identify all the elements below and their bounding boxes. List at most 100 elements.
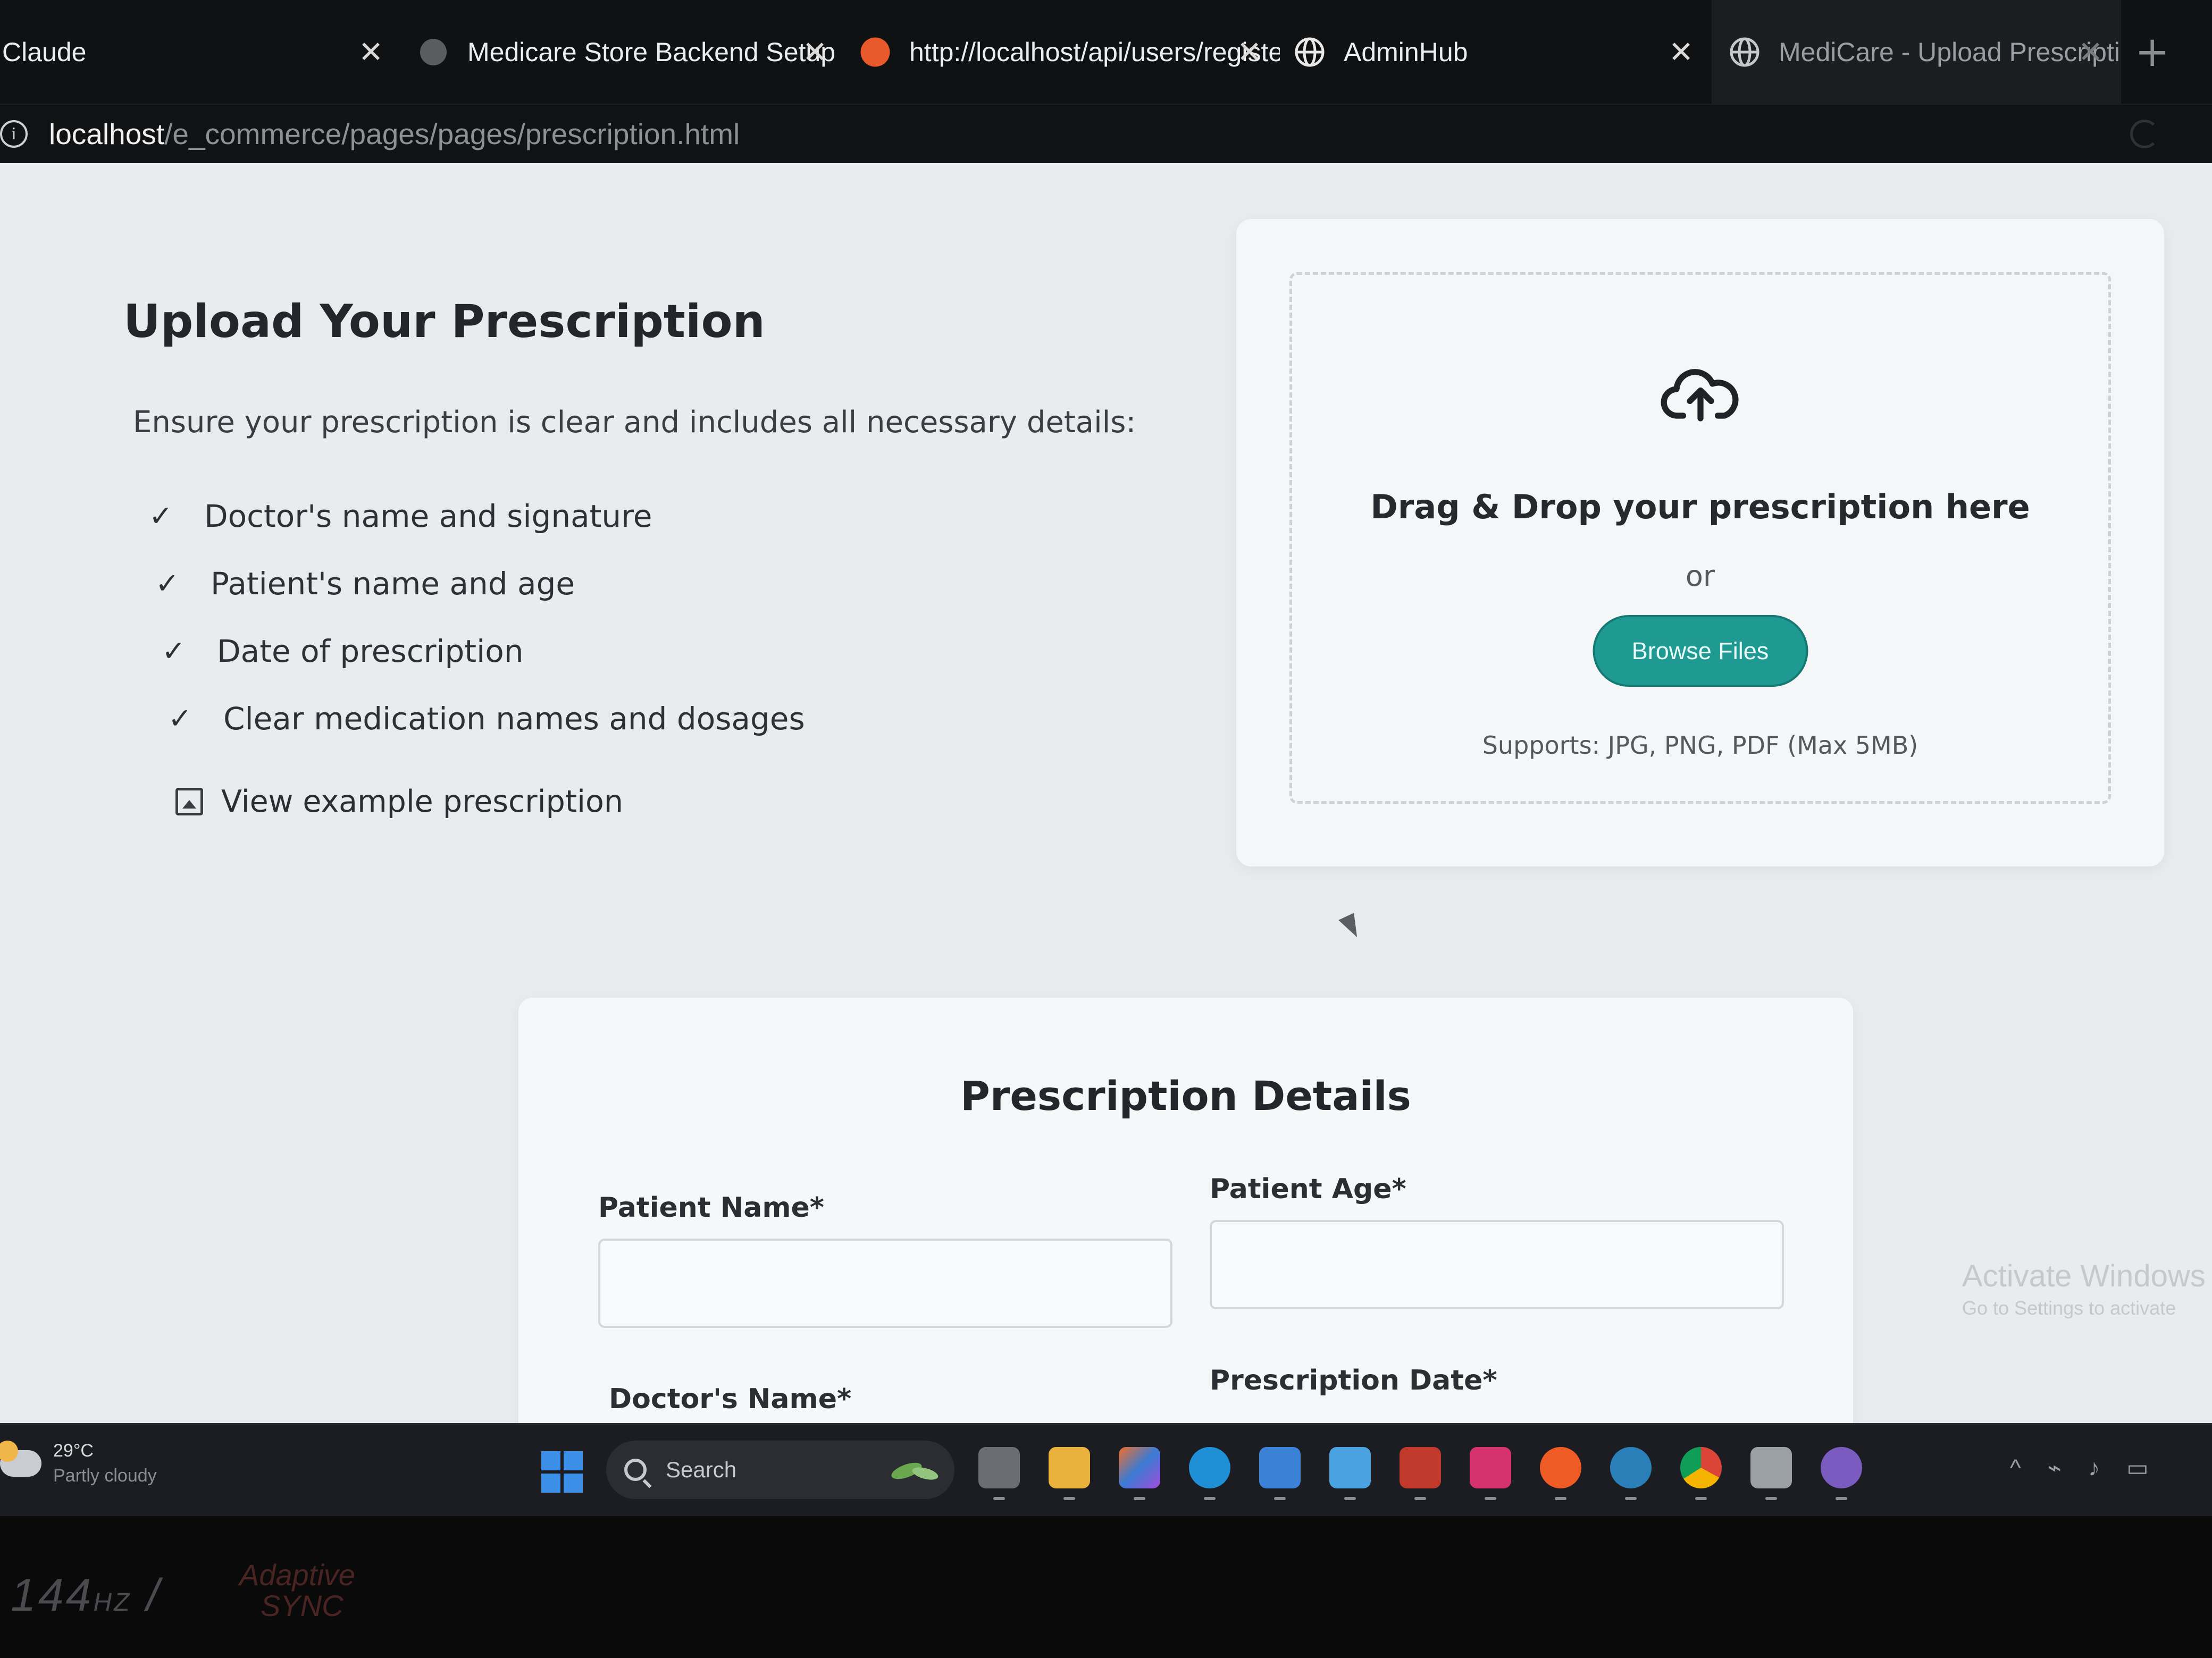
network-icon[interactable]: ⌁ xyxy=(2048,1454,2062,1482)
requirement-text: Patient's name and age xyxy=(211,565,575,602)
field-label: Prescription Date* xyxy=(1210,1365,1497,1396)
snipping-tool-icon[interactable] xyxy=(1750,1447,1792,1500)
globe-icon xyxy=(420,38,447,65)
sync-line-1: Adaptive xyxy=(239,1558,355,1592)
requirement-text: Date of prescription xyxy=(217,633,524,669)
weather-widget[interactable]: 29°C Partly cloudy xyxy=(0,1441,157,1486)
tab-adminhub[interactable]: AdminHub ✕ xyxy=(1280,0,1712,104)
chrome-icon[interactable] xyxy=(1680,1447,1722,1500)
jetbrains-icon[interactable] xyxy=(1470,1447,1511,1500)
partly-cloudy-icon xyxy=(0,1441,41,1477)
reload-icon[interactable] xyxy=(2130,120,2159,148)
tab-label: http://localhost/api/users/registe xyxy=(909,37,1280,67)
upload-card: Drag & Drop your prescription here or Br… xyxy=(1236,219,2164,866)
chevron-up-icon[interactable]: ^ xyxy=(2010,1455,2021,1482)
edge-dev-icon[interactable] xyxy=(1610,1447,1652,1500)
shield-app-icon[interactable] xyxy=(1400,1447,1441,1500)
view-example-link[interactable]: View example prescription xyxy=(175,784,623,819)
postman-icon[interactable] xyxy=(1540,1447,1581,1500)
new-tab-button[interactable]: + xyxy=(2135,28,2169,76)
check-icon: ✓ xyxy=(162,634,186,668)
windows-start-icon[interactable] xyxy=(541,1451,583,1493)
refresh-rate-badge: 144HZ / xyxy=(11,1570,162,1621)
check-icon: ✓ xyxy=(149,499,173,533)
battery-icon[interactable]: ▭ xyxy=(2126,1454,2149,1482)
check-icon: ✓ xyxy=(155,567,180,600)
windows-taskbar: 29°C Partly cloudy Search ^ ⌁ ♪ ▭ xyxy=(0,1423,2212,1516)
browse-files-button[interactable]: Browse Files xyxy=(1593,615,1808,687)
url-path: /e_commerce/pages/pages/prescription.htm… xyxy=(164,117,740,150)
copilot-icon[interactable] xyxy=(1119,1447,1160,1500)
close-icon[interactable]: ✕ xyxy=(2078,35,2103,70)
list-item: ✓ Date of prescription xyxy=(162,617,805,685)
patient-name-field: Patient Name* xyxy=(598,1192,1172,1328)
tab-label: Medicare Store Backend Setup xyxy=(467,37,836,67)
field-label: Patient Name* xyxy=(598,1192,824,1224)
close-icon[interactable]: ✕ xyxy=(1669,35,1694,70)
address-bar[interactable]: i localhost/e_commerce/pages/pages/presc… xyxy=(0,104,2212,163)
drop-zone-title: Drag & Drop your prescription here xyxy=(1370,487,2030,526)
postman-icon xyxy=(860,37,890,66)
adaptive-sync-badge: Adaptive SYNC xyxy=(239,1560,355,1621)
section-title: Prescription Details xyxy=(960,1072,1411,1120)
prescription-details-card: Prescription Details Patient Name* Patie… xyxy=(518,998,1853,1423)
github-icon[interactable] xyxy=(1821,1447,1862,1500)
refresh-rate-value: 144 xyxy=(11,1570,94,1621)
task-view-icon[interactable] xyxy=(978,1447,1020,1500)
system-tray: ^ ⌁ ♪ ▭ xyxy=(2010,1454,2175,1482)
patient-name-input[interactable] xyxy=(598,1239,1172,1328)
weather-condition: Partly cloudy xyxy=(53,1466,157,1486)
close-icon[interactable]: ✕ xyxy=(802,35,827,70)
weather-temperature: 29°C xyxy=(53,1441,94,1461)
close-icon[interactable]: ✕ xyxy=(1237,35,1262,70)
doctor-name-field: Doctor's Name* xyxy=(609,1383,851,1423)
globe-icon xyxy=(1730,37,1759,66)
tab-medicare-backend[interactable]: Medicare Store Backend Setup ✕ xyxy=(401,0,845,104)
cloud-upload-icon xyxy=(1661,369,1738,422)
volume-icon[interactable]: ♪ xyxy=(2088,1455,2100,1482)
taskbar-apps xyxy=(978,1447,1891,1500)
list-item: ✓ Doctor's name and signature xyxy=(149,482,805,550)
notepad-icon[interactable] xyxy=(1329,1447,1371,1500)
drop-zone-or: or xyxy=(1685,559,1715,593)
file-explorer-icon[interactable] xyxy=(1049,1447,1090,1500)
refresh-rate-unit: HZ xyxy=(93,1588,132,1617)
globe-icon xyxy=(1295,37,1325,66)
url-text[interactable]: localhost/e_commerce/pages/pages/prescri… xyxy=(49,117,740,151)
url-host: localhost xyxy=(49,117,165,150)
site-info-icon[interactable]: i xyxy=(0,120,28,148)
image-icon xyxy=(175,788,203,815)
tab-label: MediCare - Upload Prescription xyxy=(1779,37,2121,67)
check-icon: ✓ xyxy=(168,702,192,735)
page-title: Upload Your Prescription xyxy=(123,295,765,348)
tab-label: Claude xyxy=(2,37,87,67)
tab-medicare-upload[interactable]: MediCare - Upload Prescription ✕ xyxy=(1712,0,2121,104)
monitor-bezel: 144HZ / Adaptive SYNC xyxy=(0,1516,2212,1658)
edge-icon[interactable] xyxy=(1189,1447,1230,1500)
requirements-list: ✓ Doctor's name and signature ✓ Patient'… xyxy=(149,482,805,752)
tab-claude[interactable]: Claude ✕ xyxy=(0,0,401,104)
page-content: Upload Your Prescription Ensure your pre… xyxy=(0,163,2212,1423)
browser-tab-strip: Claude ✕ Medicare Store Backend Setup ✕ … xyxy=(0,0,2212,104)
search-icon xyxy=(624,1459,647,1481)
watermark-subtitle: Go to Settings to activate xyxy=(1962,1297,2176,1319)
patient-age-input[interactable] xyxy=(1210,1220,1784,1309)
close-icon[interactable]: ✕ xyxy=(358,35,383,70)
field-label: Doctor's Name* xyxy=(609,1383,852,1415)
supported-formats: Supports: JPG, PNG, PDF (Max 5MB) xyxy=(1482,731,1918,760)
field-label: Patient Age* xyxy=(1210,1173,1406,1205)
store-icon[interactable] xyxy=(1259,1447,1301,1500)
search-label: Search xyxy=(666,1457,737,1482)
taskbar-search[interactable]: Search xyxy=(606,1441,954,1499)
tab-api-register[interactable]: http://localhost/api/users/registe ✕ xyxy=(845,0,1280,104)
prescription-date-field: Prescription Date* xyxy=(1210,1365,1497,1411)
tab-label: AdminHub xyxy=(1344,37,1468,67)
requirement-text: Doctor's name and signature xyxy=(204,498,652,534)
sync-line-2: SYNC xyxy=(261,1589,343,1622)
search-highlight-icon xyxy=(891,1462,939,1480)
upload-instructions: Ensure your prescription is clear and in… xyxy=(133,405,1136,440)
list-item: ✓ Clear medication names and dosages xyxy=(168,685,805,752)
patient-age-field: Patient Age* xyxy=(1210,1173,1784,1309)
drop-zone[interactable]: Drag & Drop your prescription here or Br… xyxy=(1289,272,2111,804)
activate-windows-watermark: Activate Windows Go to Settings to activ… xyxy=(1962,1258,2206,1319)
